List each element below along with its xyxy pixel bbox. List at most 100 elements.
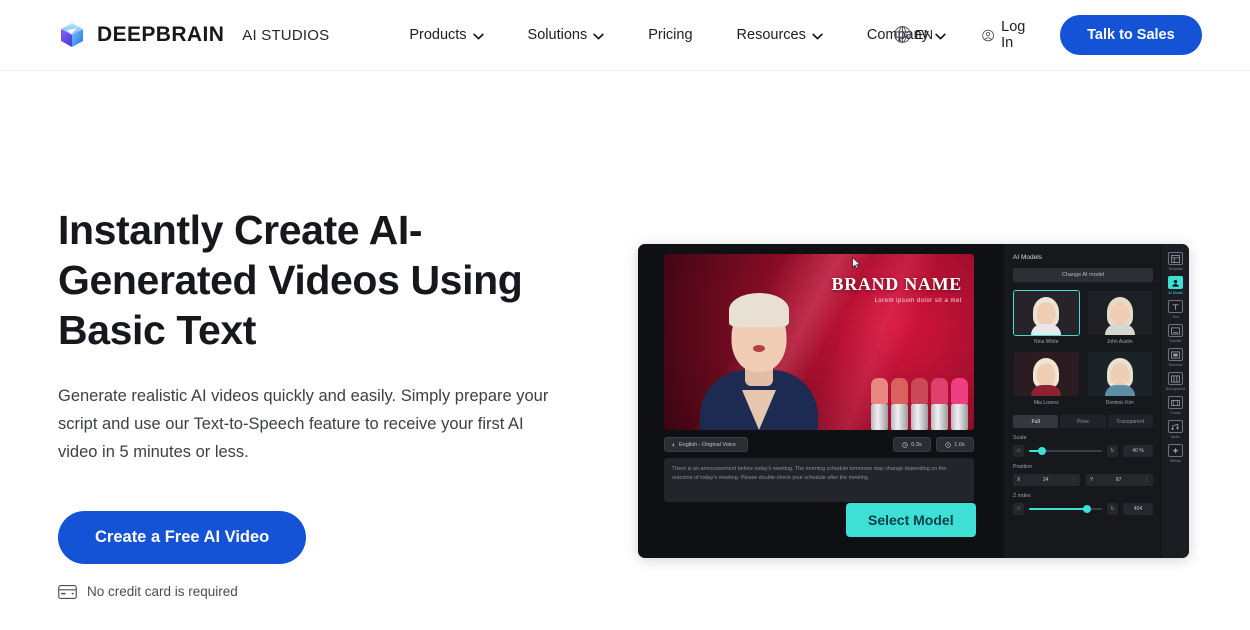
rail-item-background[interactable]: Background (1164, 372, 1187, 391)
select-model-button[interactable]: Select Model (846, 503, 976, 537)
nav-item-resources[interactable]: Resources (715, 19, 845, 51)
brand-logo-link[interactable]: DEEPBRAIN AI STUDIOS (58, 21, 329, 49)
model-thumbnail (1013, 351, 1080, 397)
model-card-3[interactable]: Dominic Kim (1087, 351, 1154, 406)
rail-item-effects[interactable]: Effects (1164, 444, 1187, 463)
pause-duration-chip[interactable]: 0.3s (893, 437, 931, 452)
user-circle-icon (982, 29, 994, 41)
segment-full[interactable]: Full (1013, 415, 1059, 428)
nav-right-group: Log In Talk to Sales (968, 11, 1202, 59)
talk-to-sales-button[interactable]: Talk to Sales (1060, 15, 1202, 55)
login-label: Log In (1001, 19, 1026, 51)
brand-name: DEEPBRAIN (97, 23, 225, 46)
position-control: Position X 24 ⋮ Y 87 ⋮ (1013, 464, 1153, 486)
position-x-prefix: X (1017, 477, 1021, 483)
login-button[interactable]: Log In (968, 11, 1044, 59)
model-grid: Nina White John Austin Mia Lorenz Domini… (1013, 290, 1153, 406)
create-free-ai-video-button[interactable]: Create a Free AI Video (58, 511, 307, 564)
change-ai-model-button[interactable]: Change AI model (1013, 268, 1153, 282)
rail-item-template[interactable]: Template (1164, 252, 1187, 271)
z-index-value[interactable]: 404 (1123, 503, 1153, 515)
ai-avatar-presenter (700, 276, 818, 430)
credit-card-icon (58, 584, 77, 599)
video-brand-name: BRAND NAME (831, 274, 962, 294)
position-y-stepper-icon[interactable]: ⋮ (1144, 477, 1149, 483)
chevron-down-icon (593, 33, 604, 39)
rail-item-ai-model[interactable]: AI Model (1164, 276, 1187, 295)
clip-duration-label: 1.0s (954, 441, 965, 448)
position-x-stepper-icon[interactable]: ⋮ (1071, 477, 1076, 483)
scale-slider[interactable] (1029, 447, 1102, 455)
chevron-down-icon (812, 33, 823, 39)
rail-item-element[interactable]: Element (1164, 348, 1187, 367)
pause-duration-label: 0.3s (911, 441, 922, 448)
video-brand-tagline: Lorem ipsum dolor sit a met (874, 298, 962, 304)
model-name: Mia Lorenz (1033, 400, 1059, 406)
model-thumbnail (1087, 290, 1154, 336)
model-card-1[interactable]: John Austin (1087, 290, 1154, 345)
no-credit-card-note: No credit card is required (58, 584, 608, 599)
top-navigation-bar: DEEPBRAIN AI STUDIOS Products Solutions … (0, 0, 1250, 71)
rail-label: Effects (1170, 459, 1181, 463)
z-index-reset-icon[interactable]: ↻ (1107, 503, 1118, 515)
position-label: Position (1013, 464, 1033, 470)
language-code: EN (915, 27, 934, 42)
element-icon (1171, 350, 1180, 359)
voice-icon (670, 442, 674, 447)
hero-section: Instantly Create AI-Generated Videos Usi… (0, 71, 1250, 630)
background-icon (1171, 374, 1180, 383)
app-preview-mock: BRAND NAME Lorem ipsum dolor sit a met E… (638, 244, 1189, 558)
scale-control: Scale □ ↻ 40 % (1013, 435, 1153, 457)
nav-item-products-label: Products (409, 27, 467, 43)
z-index-lock-icon[interactable]: □ (1013, 503, 1024, 515)
nav-item-pricing[interactable]: Pricing (626, 19, 714, 51)
clip-duration-chip[interactable]: 1.0s (936, 437, 974, 452)
scale-reset-icon[interactable]: ↻ (1107, 445, 1118, 457)
rail-item-text[interactable]: Text (1164, 300, 1187, 319)
rail-label: Text (1172, 315, 1179, 319)
nav-item-products[interactable]: Products (387, 19, 505, 51)
scale-lock-icon[interactable]: □ (1013, 445, 1024, 457)
video-brand-heading: BRAND NAME Lorem ipsum dolor sit a met (832, 274, 963, 304)
text-icon (1172, 303, 1179, 310)
position-x-field[interactable]: X 24 ⋮ (1013, 474, 1080, 486)
hero-copy-column: Instantly Create AI-Generated Videos Usi… (58, 71, 608, 630)
cube-logo-icon (61, 23, 83, 47)
z-index-slider[interactable] (1029, 505, 1102, 513)
rail-label: Frame (1170, 411, 1181, 415)
voice-language-chip[interactable]: English - Original Voice (664, 437, 748, 452)
model-name: John Austin (1106, 339, 1133, 345)
subtitle-icon (1171, 326, 1180, 335)
model-name: Nina White (1034, 339, 1059, 345)
ai-models-panel: AI Models Change AI model Nina White Joh… (1004, 244, 1162, 558)
script-editor[interactable]: There is an announcement before today's … (664, 458, 974, 502)
template-icon (1171, 254, 1180, 263)
mouse-cursor-icon (852, 257, 861, 269)
scale-label: Scale (1013, 435, 1027, 441)
position-y-field[interactable]: Y 87 ⋮ (1086, 474, 1153, 486)
frame-icon (1171, 399, 1180, 406)
model-card-0[interactable]: Nina White (1013, 290, 1080, 345)
no-credit-card-label: No credit card is required (87, 584, 238, 599)
nav-item-solutions[interactable]: Solutions (506, 19, 627, 51)
hero-subtitle: Generate realistic AI videos quickly and… (58, 387, 549, 461)
segment-transparent[interactable]: Transparent (1107, 415, 1153, 428)
segment-pose[interactable]: Pose (1060, 415, 1106, 428)
rail-label: AI Model (1168, 291, 1183, 295)
voice-language-label: English - Original Voice (679, 441, 736, 448)
language-switcher[interactable]: EN (893, 25, 933, 44)
position-x-value: 24 (1042, 477, 1049, 483)
stage-toolbar: English - Original Voice 0.3s 1.0s (664, 437, 974, 452)
nav-item-solutions-label: Solutions (527, 27, 588, 43)
brand-suffix: AI STUDIOS (242, 26, 330, 44)
rail-item-subtitle[interactable]: Subtitle (1164, 324, 1187, 343)
rail-label: Background (1165, 387, 1186, 391)
model-card-2[interactable]: Mia Lorenz (1013, 351, 1080, 406)
video-canvas[interactable]: BRAND NAME Lorem ipsum dolor sit a met (664, 254, 974, 430)
rail-item-audio[interactable]: Audio (1164, 420, 1187, 439)
globe-icon (894, 26, 911, 43)
model-name: Dominic Kim (1105, 400, 1134, 406)
nav-links: Products Solutions Pricing Resources Com… (387, 19, 968, 51)
rail-item-frame[interactable]: Frame (1164, 396, 1187, 415)
scale-value[interactable]: 40 % (1123, 445, 1153, 457)
